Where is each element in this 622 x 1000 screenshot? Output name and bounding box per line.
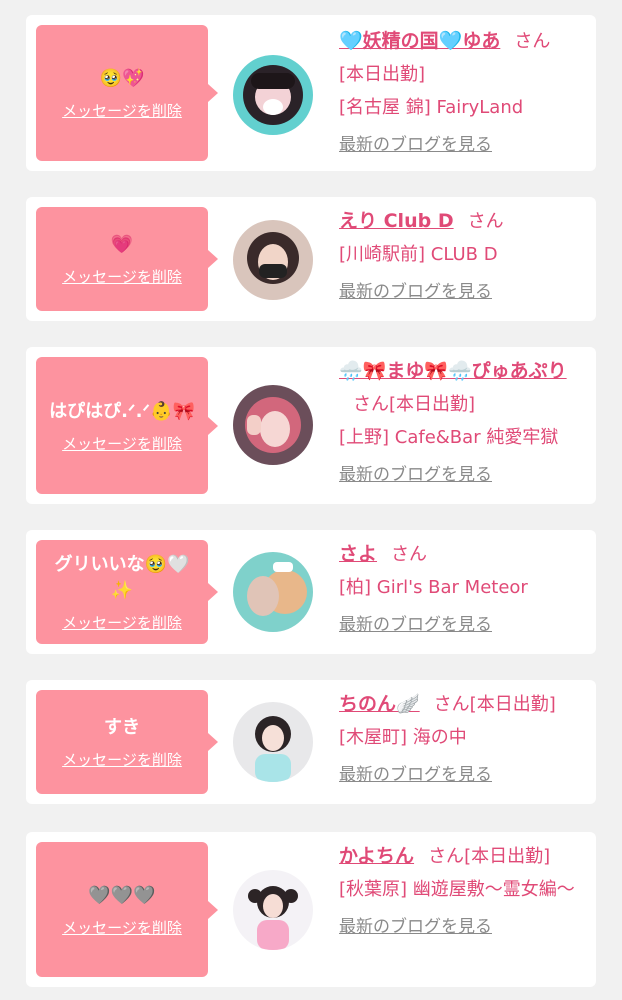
latest-blog-link[interactable]: 最新のブログを見る (339, 277, 492, 307)
status-text: [本日出勤] (469, 694, 556, 715)
message-card: 🥹💖 メッセージを削除 🩵妖精の国🩵ゆあ さん [本日出勤] [名古屋 錦] Fa… (26, 15, 596, 171)
message-card: すき メッセージを削除 ちのん🪽 さん[本日出勤] [木屋町] 海の中 最新のブロ… (26, 680, 596, 804)
avatar[interactable] (233, 220, 313, 300)
info-line: [上野] Cafe&Bar 純愛牢獄 (339, 427, 559, 448)
profile-info: えり Club D さん [川崎駅前] CLUB D 最新のブログを見る (339, 205, 591, 307)
message-card: 💗 メッセージを削除 えり Club D さん [川崎駅前] CLUB D 最新の… (26, 197, 596, 321)
profile-info: さよ さん [柏] Girl's Bar Meteor 最新のブログを見る (339, 538, 591, 640)
status-text: [本日出勤] (389, 394, 476, 415)
avatar[interactable] (233, 870, 313, 950)
message-text: グリいいな🥹🤍✨ (54, 554, 190, 601)
message-text: はぴはぴ.ᐟ.ᐟ👶🎀 (49, 400, 195, 422)
message-text: 🩶🩶🩶 (88, 884, 156, 906)
message-bubble: はぴはぴ.ᐟ.ᐟ👶🎀 メッセージを削除 (36, 357, 218, 494)
info-line: [川崎駅前] CLUB D (339, 244, 498, 265)
message-bubble: 💗 メッセージを削除 (36, 207, 218, 311)
message-text: 🥹💖 (99, 68, 145, 89)
latest-blog-link[interactable]: 最新のブログを見る (339, 130, 492, 160)
delete-message-link[interactable]: メッセージを削除 (62, 919, 182, 937)
info-line: [秋葉原] 幽遊屋敷〜霊女編〜 (339, 879, 575, 900)
avatar[interactable] (233, 55, 313, 135)
honorific: さん (514, 31, 551, 52)
avatar[interactable] (233, 385, 313, 465)
message-bubble: グリいいな🥹🤍✨ メッセージを削除 (36, 540, 218, 644)
profile-info: 🌧️🎀まゆ🎀🌧️ぴゅあぷりさん[本日出勤] [上野] Cafe&Bar 純愛牢獄… (339, 355, 591, 490)
info-line: [名古屋 錦] FairyLand (339, 97, 524, 118)
info-line: [木屋町] 海の中 (339, 727, 467, 748)
latest-blog-link[interactable]: 最新のブログを見る (339, 760, 492, 790)
delete-message-link[interactable]: メッセージを削除 (62, 614, 182, 632)
latest-blog-link[interactable]: 最新のブログを見る (339, 610, 492, 640)
info-line: [本日出勤] (339, 64, 426, 85)
message-card: グリいいな🥹🤍✨ メッセージを削除 さよ さん [柏] Girl's Bar Me… (26, 530, 596, 654)
profile-name-link[interactable]: さよ (339, 543, 377, 565)
message-text: すき (104, 717, 140, 738)
message-card: はぴはぴ.ᐟ.ᐟ👶🎀 メッセージを削除 🌧️🎀まゆ🎀🌧️ぴゅあぷりさん[本日出勤… (26, 347, 596, 504)
latest-blog-link[interactable]: 最新のブログを見る (339, 912, 492, 942)
profile-name-link[interactable]: 🌧️🎀まゆ🎀🌧️ぴゅあぷり (339, 360, 567, 382)
delete-message-link[interactable]: メッセージを削除 (62, 435, 182, 453)
profile-info: 🩵妖精の国🩵ゆあ さん [本日出勤] [名古屋 錦] FairyLand 最新のブ… (339, 25, 591, 160)
honorific: さん (391, 544, 428, 565)
delete-message-link[interactable]: メッセージを削除 (62, 751, 182, 769)
avatar[interactable] (233, 552, 313, 632)
profile-name-link[interactable]: かよちん (339, 845, 414, 867)
message-card: 🩶🩶🩶 メッセージを削除 かよちん さん[本日出勤] [秋葉原] 幽遊屋敷〜霊女編… (26, 832, 596, 987)
status-text: [本日出勤] (464, 846, 551, 867)
profile-info: ちのん🪽 さん[本日出勤] [木屋町] 海の中 最新のブログを見る (339, 688, 591, 790)
latest-blog-link[interactable]: 最新のブログを見る (339, 460, 492, 490)
message-bubble: 🩶🩶🩶 メッセージを削除 (36, 842, 218, 977)
info-line: [柏] Girl's Bar Meteor (339, 577, 528, 598)
profile-name-link[interactable]: ちのん🪽 (339, 693, 420, 715)
honorific: さん (428, 846, 465, 867)
message-bubble: 🥹💖 メッセージを削除 (36, 25, 218, 161)
delete-message-link[interactable]: メッセージを削除 (62, 102, 182, 120)
message-text: 💗 (110, 234, 134, 255)
message-bubble: すき メッセージを削除 (36, 690, 218, 794)
honorific: さん (353, 394, 389, 415)
profile-info: かよちん さん[本日出勤] [秋葉原] 幽遊屋敷〜霊女編〜 最新のブログを見る (339, 840, 591, 942)
message-list: 🥹💖 メッセージを削除 🩵妖精の国🩵ゆあ さん [本日出勤] [名古屋 錦] Fa… (0, 0, 622, 1000)
profile-name-link[interactable]: 🩵妖精の国🩵ゆあ (339, 30, 500, 52)
avatar[interactable] (233, 702, 313, 782)
delete-message-link[interactable]: メッセージを削除 (62, 268, 182, 286)
honorific: さん (433, 694, 470, 715)
honorific: さん (467, 211, 504, 232)
profile-name-link[interactable]: えり Club D (339, 210, 454, 232)
